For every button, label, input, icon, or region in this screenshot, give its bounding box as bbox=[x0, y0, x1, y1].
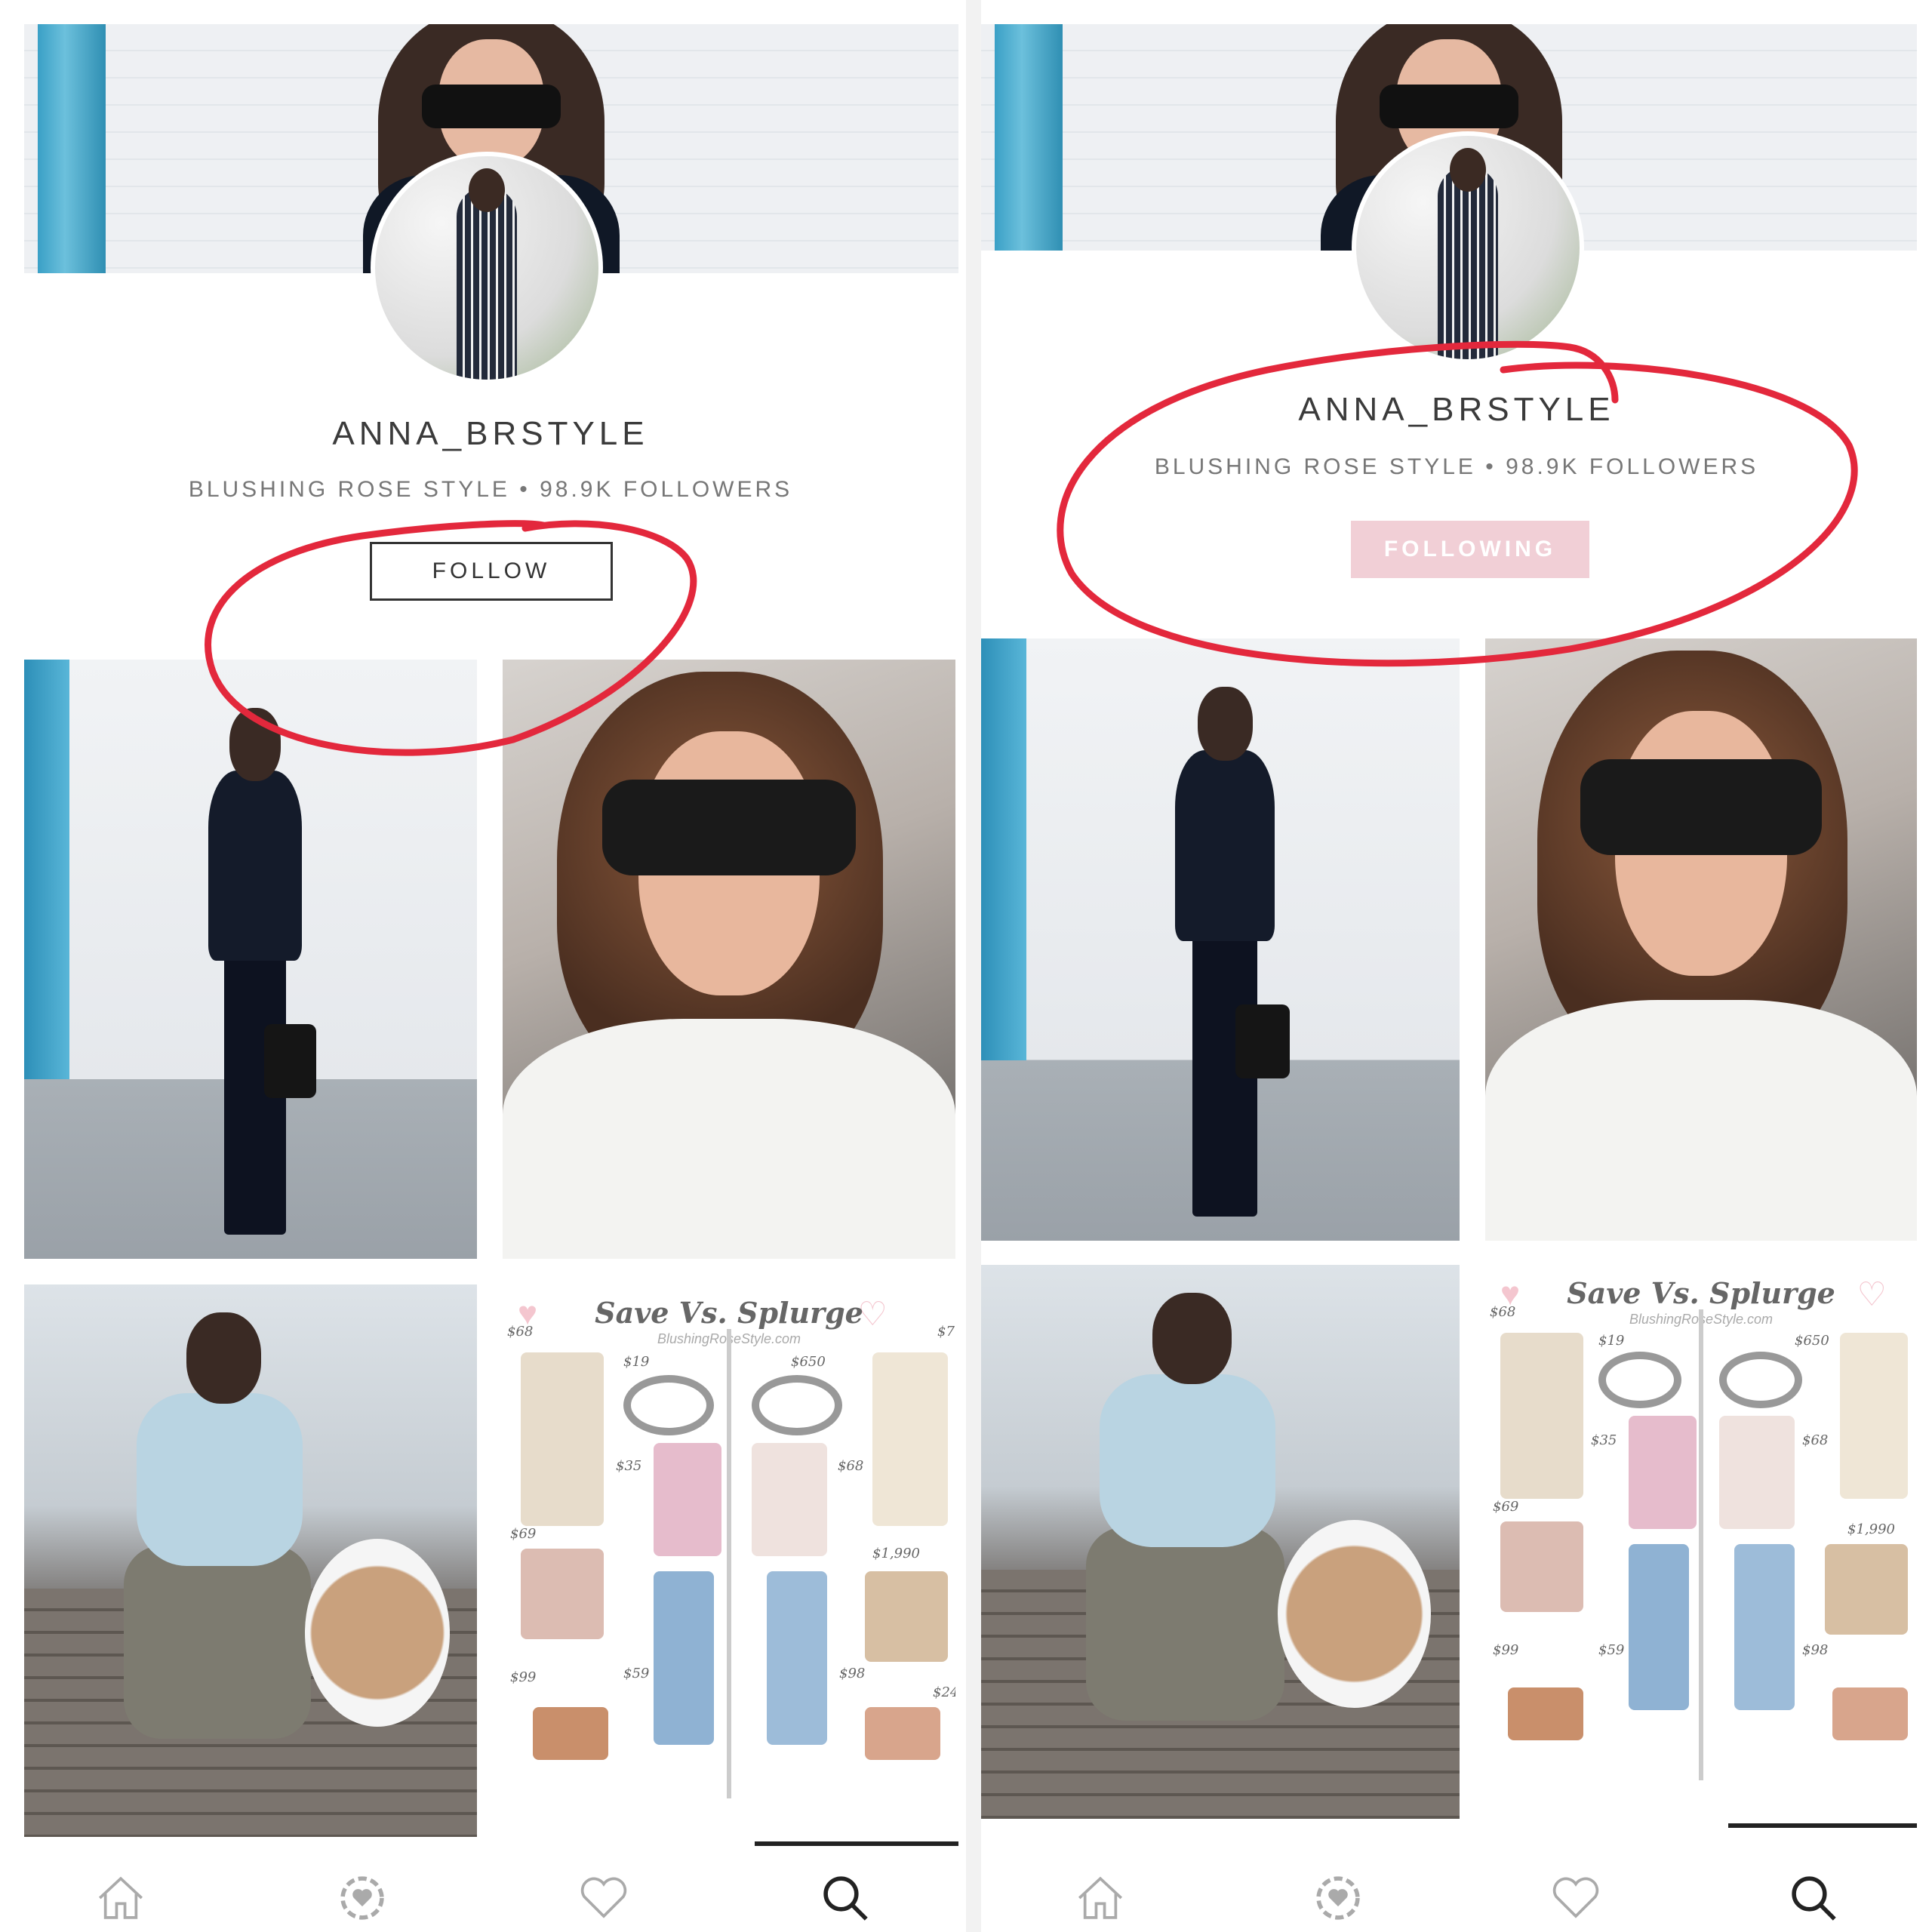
price-label: $1,990 bbox=[872, 1546, 920, 1561]
handbag-image bbox=[1825, 1544, 1908, 1635]
handbag-image bbox=[1500, 1521, 1583, 1612]
camisole-image bbox=[654, 1443, 721, 1556]
favorites-icon[interactable] bbox=[1542, 1864, 1610, 1932]
post-tile[interactable] bbox=[24, 1284, 477, 1837]
price-label: $99 bbox=[1493, 1642, 1519, 1658]
collage-title: Save Vs. Splurge bbox=[595, 1295, 863, 1330]
jeans-image bbox=[654, 1571, 714, 1745]
price-label: $68 bbox=[1490, 1304, 1516, 1320]
jeans-image bbox=[1734, 1544, 1795, 1710]
post-tile-save-vs-splurge[interactable]: ♥ ♡ Save Vs. Splurge BlushingRoseStyle.c… bbox=[1485, 1265, 1917, 1819]
price-label: $35 bbox=[616, 1458, 642, 1474]
price-label: $650 bbox=[1795, 1333, 1829, 1349]
collage-title: Save Vs. Splurge bbox=[1567, 1275, 1835, 1310]
bottom-nav bbox=[981, 1864, 1932, 1932]
cardigan-image bbox=[1500, 1333, 1583, 1499]
profile-screen-before: ANNA_BRSTYLE BLUSHING ROSE STYLE • 98.9K… bbox=[0, 0, 966, 1932]
price-label: $7 bbox=[937, 1324, 955, 1340]
search-icon[interactable] bbox=[811, 1864, 879, 1932]
price-label: $69 bbox=[1493, 1499, 1519, 1515]
sandals-image bbox=[1832, 1687, 1908, 1740]
profile-screen-after: ANNA_BRSTYLE BLUSHING ROSE STYLE • 98.9K… bbox=[981, 0, 1932, 1932]
grid-divider-bar bbox=[755, 1841, 958, 1846]
sandals-image bbox=[865, 1707, 940, 1760]
post-tile-save-vs-splurge[interactable]: ♥ ♡ Save Vs. Splurge BlushingRoseStyle.c… bbox=[503, 1284, 955, 1837]
jeans-image bbox=[1629, 1544, 1689, 1710]
price-label: $69 bbox=[510, 1526, 537, 1542]
price-label: $24 bbox=[933, 1684, 955, 1700]
bottom-nav bbox=[0, 1864, 966, 1932]
sandals-image bbox=[1508, 1687, 1583, 1740]
sandals-image bbox=[533, 1707, 608, 1760]
price-label: $19 bbox=[1598, 1333, 1625, 1349]
post-tile[interactable] bbox=[981, 1265, 1460, 1819]
search-icon[interactable] bbox=[1780, 1864, 1847, 1932]
price-label: $98 bbox=[839, 1666, 866, 1681]
bracelet-image bbox=[752, 1375, 842, 1435]
handbag-image bbox=[521, 1549, 604, 1639]
annotation-circle bbox=[205, 520, 697, 756]
rewards-icon[interactable] bbox=[1304, 1864, 1372, 1932]
rewards-icon[interactable] bbox=[328, 1864, 396, 1932]
post-tile[interactable] bbox=[1485, 638, 1917, 1241]
home-icon[interactable] bbox=[1066, 1864, 1134, 1932]
price-label: $19 bbox=[623, 1354, 650, 1370]
username: ANNA_BRSTYLE bbox=[332, 415, 649, 452]
cardigan-image bbox=[521, 1352, 604, 1526]
bracelet-image bbox=[1598, 1352, 1681, 1408]
price-label: $68 bbox=[1802, 1432, 1829, 1448]
price-label: $1,990 bbox=[1847, 1521, 1895, 1537]
annotation-circle bbox=[1057, 340, 1858, 667]
camisole-image bbox=[1719, 1416, 1795, 1529]
price-label: $59 bbox=[623, 1666, 650, 1681]
cardigan-image bbox=[1840, 1333, 1908, 1499]
jeans-image bbox=[767, 1571, 827, 1745]
cardigan-image bbox=[872, 1352, 948, 1526]
bracelet-image bbox=[1719, 1352, 1802, 1408]
price-label: $650 bbox=[791, 1354, 826, 1370]
price-label: $98 bbox=[1802, 1642, 1829, 1658]
handbag-image bbox=[865, 1571, 948, 1662]
price-label: $68 bbox=[507, 1324, 534, 1340]
favorites-icon[interactable] bbox=[570, 1864, 638, 1932]
price-label: $99 bbox=[510, 1669, 537, 1685]
bracelet-image bbox=[623, 1375, 714, 1435]
price-label: $35 bbox=[1591, 1432, 1617, 1448]
post-tile[interactable] bbox=[981, 638, 1460, 1241]
camisole-image bbox=[1629, 1416, 1697, 1529]
profile-avatar[interactable] bbox=[375, 156, 598, 380]
price-label: $68 bbox=[838, 1458, 864, 1474]
home-icon[interactable] bbox=[87, 1864, 155, 1932]
divider bbox=[966, 0, 981, 1932]
grid-divider-bar bbox=[1728, 1823, 1917, 1828]
camisole-image bbox=[752, 1443, 827, 1556]
price-label: $59 bbox=[1598, 1642, 1625, 1658]
